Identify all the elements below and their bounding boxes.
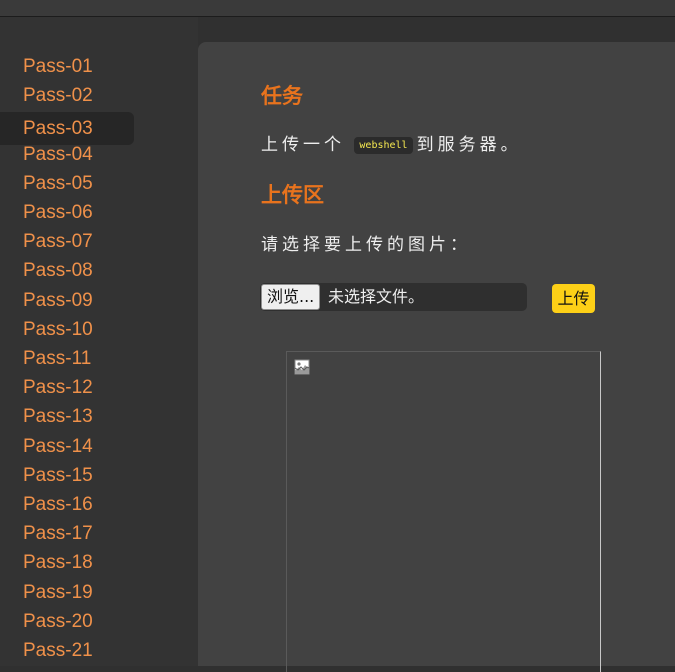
sidebar: Pass-01 Pass-02 Pass-03 Pass-04 Pass-05 … [0, 17, 198, 666]
sidebar-item-pass-16[interactable]: Pass-16 [0, 492, 134, 525]
sidebar-item-pass-15[interactable]: Pass-15 [0, 463, 134, 496]
sidebar-item-pass-19[interactable]: Pass-19 [0, 580, 134, 613]
sidebar-item-pass-05[interactable]: Pass-05 [0, 171, 134, 204]
sidebar-item-pass-20[interactable]: Pass-20 [0, 609, 134, 642]
sidebar-item-pass-08[interactable]: Pass-08 [0, 258, 134, 291]
upload-heading: 上传区 [261, 183, 324, 207]
sidebar-item-pass-02[interactable]: Pass-02 [0, 83, 134, 116]
sidebar-item-pass-09[interactable]: Pass-09 [0, 288, 134, 321]
top-bar [0, 0, 675, 17]
task-description: 上传一个 webshell 到服务器。 [261, 130, 522, 155]
sidebar-item-pass-10[interactable]: Pass-10 [0, 317, 134, 350]
task-text-after: 到服务器。 [416, 135, 522, 155]
file-input[interactable]: 浏览... 未选择文件。 [260, 283, 527, 311]
sidebar-item-pass-11[interactable]: Pass-11 [0, 346, 134, 379]
file-status-text: 未选择文件。 [328, 287, 425, 306]
sidebar-item-pass-18[interactable]: Pass-18 [0, 550, 134, 583]
image-preview [286, 351, 601, 672]
browse-button[interactable]: 浏览... [261, 284, 321, 310]
broken-image-icon [294, 359, 310, 375]
sidebar-item-pass-12[interactable]: Pass-12 [0, 375, 134, 408]
main-panel: 任务 上传一个 webshell 到服务器。 上传区 请选择要上传的图片： 浏览.… [198, 42, 675, 672]
upload-button[interactable]: 上传 [552, 284, 595, 313]
sidebar-item-pass-01[interactable]: Pass-01 [0, 54, 134, 87]
task-text-before: 上传一个 [261, 135, 345, 155]
sidebar-item-pass-14[interactable]: Pass-14 [0, 434, 134, 467]
task-heading: 任务 [261, 84, 303, 108]
webshell-code: webshell [354, 137, 413, 154]
sidebar-item-pass-21[interactable]: Pass-21 [0, 638, 134, 671]
sidebar-item-pass-03[interactable]: Pass-03 [0, 112, 134, 146]
sidebar-item-pass-04[interactable]: Pass-04 [0, 142, 134, 175]
sidebar-item-pass-06[interactable]: Pass-06 [0, 200, 134, 233]
sidebar-item-pass-17[interactable]: Pass-17 [0, 521, 134, 554]
sidebar-item-pass-07[interactable]: Pass-07 [0, 229, 134, 262]
upload-prompt: 请选择要上传的图片： [261, 235, 471, 255]
sidebar-item-pass-13[interactable]: Pass-13 [0, 404, 134, 437]
pass-list: Pass-01 Pass-02 Pass-03 Pass-04 Pass-05 … [0, 54, 198, 667]
